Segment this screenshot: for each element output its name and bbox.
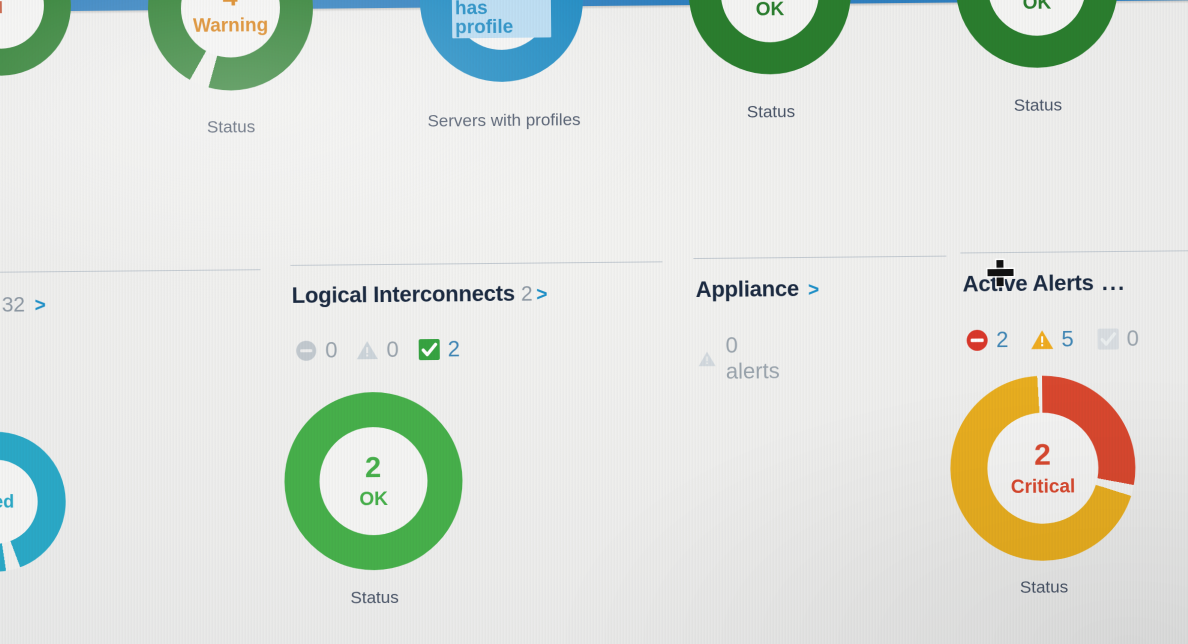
appliance-alerts[interactable]: 0 alerts (697, 332, 784, 385)
tile-caption: Status (1013, 95, 1063, 115)
mouse-crosshair-cursor (987, 260, 1013, 286)
tile-label: OK (755, 0, 785, 21)
chevron-right-icon[interactable]: > (35, 295, 46, 316)
tile-servers-with-profiles[interactable]: 26 has profile Servers with profiles (419, 0, 584, 131)
status-counter-row: 0 0 2 (294, 336, 460, 364)
section-divider (960, 250, 1188, 254)
donut-caption: lade bays (0, 591, 37, 612)
section-title-text: Logical Interconnects (291, 280, 516, 308)
section-divider (693, 255, 947, 260)
section-title-text: Active Alerts (962, 270, 1094, 297)
donut-label: OK (359, 488, 389, 510)
counter-value: 0 (1126, 325, 1140, 351)
warning-triangle-icon (357, 341, 379, 360)
tile-label: OK (1022, 0, 1052, 14)
section-divider (0, 269, 261, 273)
section-divider (290, 261, 663, 266)
section-title[interactable]: Appliance > (696, 276, 819, 303)
chevron-right-icon[interactable]: > (808, 280, 819, 301)
donut-value: 2 (1034, 438, 1052, 472)
donut-value: 2 (364, 451, 382, 484)
counter-value: 0 (386, 336, 399, 362)
counter-value: 0 (325, 337, 338, 363)
partial-left-mark: | (0, 0, 3, 14)
counter-warning[interactable]: 5 (1030, 326, 1074, 352)
tile-status-ok-26[interactable]: 26 OK Status (955, 0, 1119, 115)
critical-stop-icon (966, 329, 988, 351)
tile-caption: Status (746, 102, 796, 122)
warning-triangle-icon (1031, 330, 1054, 350)
overflow-menu-icon[interactable]: ... (1102, 270, 1127, 295)
tile-label: has profile (451, 0, 552, 38)
appliance-alerts-text: 0 alerts (725, 332, 780, 384)
tile-status-ok-2[interactable]: 2 OK Status (688, 0, 852, 122)
status-counter-row: 2 5 0 (965, 326, 1139, 354)
section-count: 32 (1, 293, 25, 317)
counter-critical[interactable]: 2 (965, 327, 1009, 353)
dashboard-screen: | 4 Warning Status 26 has profile Se (0, 0, 1188, 644)
donut-caption: Status (1019, 577, 1069, 597)
donut-label: Critical (1010, 475, 1076, 498)
section-title[interactable]: s 32 > (0, 291, 46, 318)
tile-partial-left[interactable]: | (0, 0, 72, 77)
counter-value: 2 (996, 327, 1009, 353)
logical-interconnects-status-donut[interactable]: 2 OK Status (283, 391, 464, 607)
tile-value: 4 (222, 0, 238, 12)
section-count: 2 (520, 282, 533, 306)
blade-bays-donut[interactable]: ated lade bays (0, 431, 67, 573)
tile-enclosures-status[interactable]: 4 Warning Status (147, 0, 314, 137)
donut-caption: Status (350, 587, 399, 608)
section-title[interactable]: Logical Interconnects 2 > (292, 280, 548, 308)
counter-value: 5 (1061, 326, 1074, 352)
counter-value: 2 (447, 336, 461, 362)
circle-minus-icon (296, 340, 317, 361)
donut-label: ated (0, 491, 15, 512)
counter-warning[interactable]: 0 (355, 336, 399, 363)
tile-caption: Status (206, 117, 256, 137)
chevron-right-icon[interactable]: > (536, 284, 547, 305)
section-title-text: Appliance (695, 276, 800, 303)
counter-ok[interactable]: 0 (1096, 326, 1139, 352)
check-square-icon (1097, 328, 1119, 350)
tile-caption: Servers with profiles (427, 110, 581, 131)
tile-label: Warning (192, 15, 269, 37)
active-alerts-status-donut[interactable]: 2 Critical Status (949, 374, 1137, 597)
check-square-icon (418, 339, 440, 361)
warning-triangle-icon (698, 351, 716, 367)
counter-critical[interactable]: 0 (294, 337, 338, 363)
counter-ok[interactable]: 2 (417, 336, 460, 362)
